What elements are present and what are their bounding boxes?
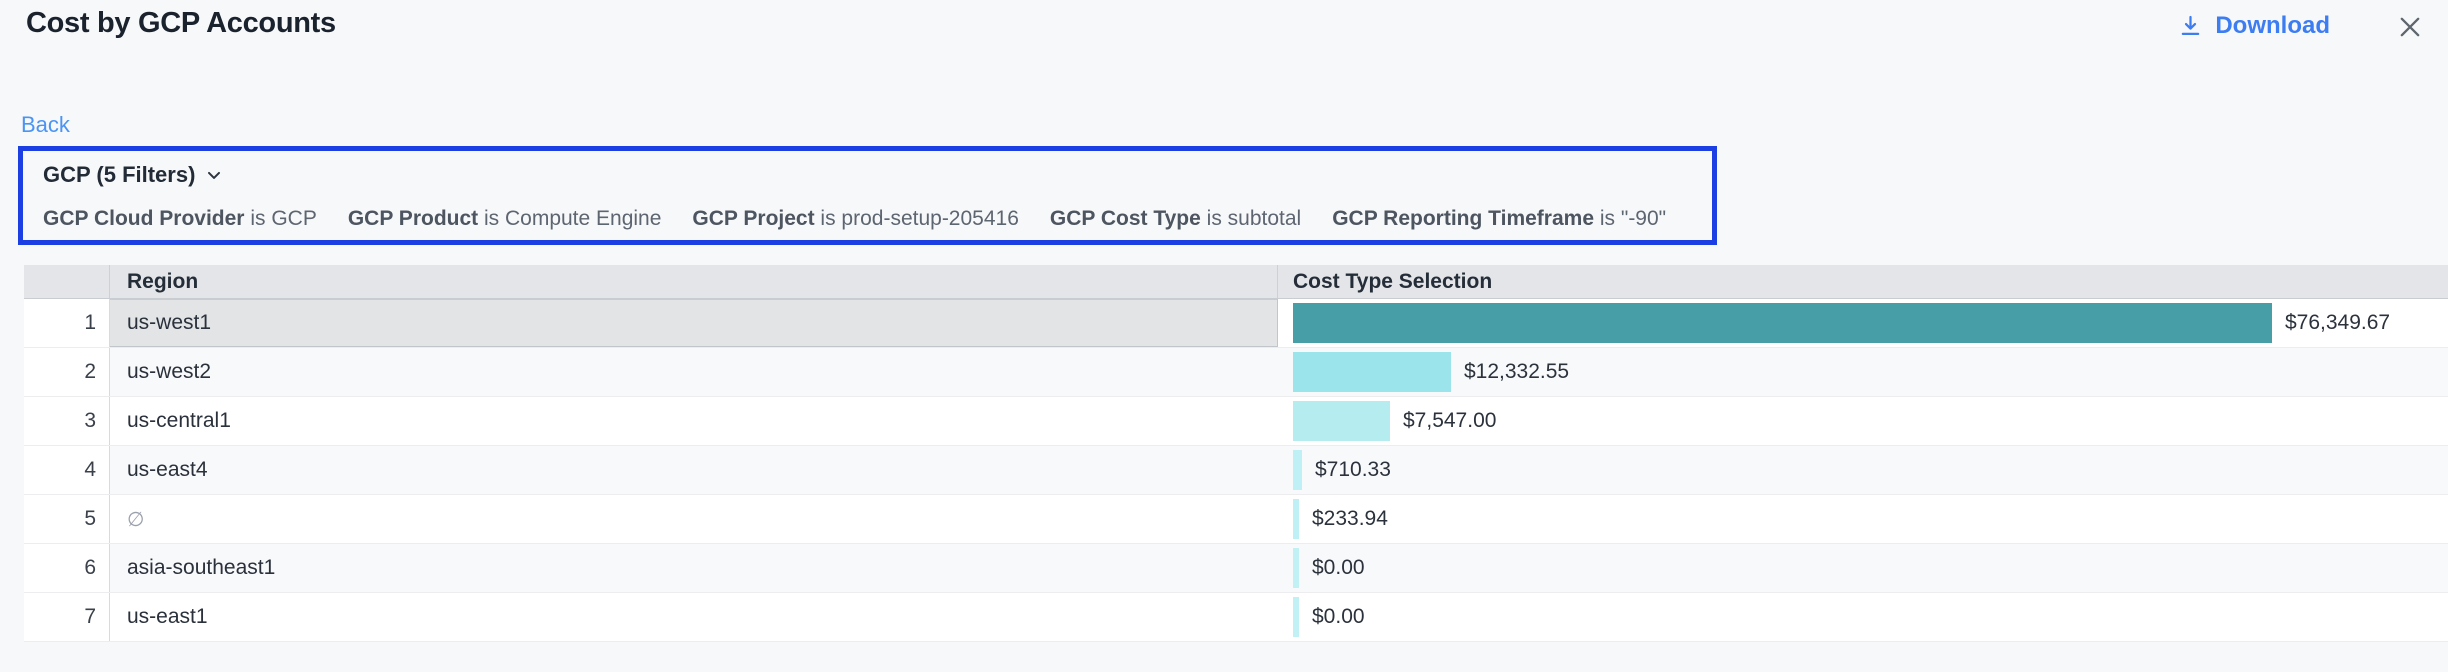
cost-value-label: $7,547.00 — [1403, 409, 1496, 433]
close-icon — [2396, 13, 2424, 41]
download-icon — [2177, 13, 2204, 40]
filter-item: GCP Project is prod-setup-205416 — [692, 207, 1018, 231]
cost-value-label: $76,349.67 — [2285, 311, 2390, 335]
filter-name: GCP Cost Type — [1050, 207, 1201, 230]
cost-bar — [1293, 499, 1299, 539]
filter-condition: is subtotal — [1207, 207, 1302, 230]
cost-bar — [1293, 450, 1302, 490]
cost-cell: $0.00 — [1278, 544, 2448, 592]
cost-bar — [1293, 548, 1299, 588]
region-cell[interactable]: asia-southeast1 — [110, 544, 1278, 592]
filter-condition: is "-90" — [1600, 207, 1666, 230]
cost-value-label: $710.33 — [1315, 458, 1391, 482]
filter-summary-dropdown[interactable]: GCP (5 Filters) — [43, 162, 224, 188]
region-cell[interactable]: us-west1 — [110, 299, 1278, 347]
cost-table: Region Cost Type Selection 1 us-west1 $7… — [24, 265, 2448, 642]
row-number: 3 — [24, 397, 110, 445]
table-body: 1 us-west1 $76,349.67 2 us-west2 $12,332… — [24, 299, 2448, 642]
cost-cell: $233.94 — [1278, 495, 2448, 543]
cost-cell: $0.00 — [1278, 593, 2448, 641]
table-row[interactable]: 7 us-east1 $0.00 — [24, 593, 2448, 642]
table-row[interactable]: 4 us-east4 $710.33 — [24, 446, 2448, 495]
cost-value-label: $233.94 — [1312, 507, 1388, 531]
cost-value-label: $12,332.55 — [1464, 360, 1569, 384]
cost-bar — [1293, 597, 1299, 637]
filter-name: GCP Product — [348, 207, 478, 230]
table-row[interactable]: 6 asia-southeast1 $0.00 — [24, 544, 2448, 593]
table-header-row: Region Cost Type Selection — [24, 265, 2448, 299]
row-number: 2 — [24, 348, 110, 396]
filter-condition: is Compute Engine — [484, 207, 661, 230]
row-number: 4 — [24, 446, 110, 494]
region-cell[interactable]: us-east4 — [110, 446, 1278, 494]
region-cell[interactable]: us-central1 — [110, 397, 1278, 445]
filter-panel: GCP (5 Filters) GCP Cloud Provider is GC… — [18, 146, 1717, 245]
table-row[interactable]: 3 us-central1 $7,547.00 — [24, 397, 2448, 446]
filter-name: GCP Reporting Timeframe — [1332, 207, 1594, 230]
filter-item: GCP Cloud Provider is GCP — [43, 207, 317, 231]
table-row[interactable]: 5 ∅ $233.94 — [24, 495, 2448, 544]
cost-bar — [1293, 401, 1390, 441]
chevron-down-icon — [204, 165, 224, 185]
cost-bar — [1293, 352, 1451, 392]
page-title: Cost by GCP Accounts — [26, 7, 336, 40]
cost-value-label: $0.00 — [1312, 605, 1365, 629]
filter-item-list: GCP Cloud Provider is GCP GCP Product is… — [43, 207, 1666, 231]
region-cell[interactable]: us-west2 — [110, 348, 1278, 396]
filter-summary-label: GCP (5 Filters) — [43, 162, 195, 188]
back-link[interactable]: Back — [21, 112, 70, 138]
cost-column-header: Cost Type Selection — [1278, 265, 2448, 298]
filter-name: GCP Cloud Provider — [43, 207, 244, 230]
filter-item: GCP Reporting Timeframe is "-90" — [1332, 207, 1666, 231]
close-button[interactable] — [2394, 11, 2426, 43]
cost-cell: $710.33 — [1278, 446, 2448, 494]
cost-value-label: $0.00 — [1312, 556, 1365, 580]
download-button[interactable]: Download — [2177, 12, 2330, 40]
cost-bar — [1293, 303, 2272, 343]
cost-cell: $76,349.67 — [1278, 299, 2448, 347]
cost-cell: $7,547.00 — [1278, 397, 2448, 445]
region-cell[interactable]: us-east1 — [110, 593, 1278, 641]
region-cell[interactable]: ∅ — [110, 495, 1278, 543]
cost-cell: $12,332.55 — [1278, 348, 2448, 396]
row-number: 5 — [24, 495, 110, 543]
filter-name: GCP Project — [692, 207, 814, 230]
filter-item: GCP Product is Compute Engine — [348, 207, 662, 231]
filter-condition: is prod-setup-205416 — [820, 207, 1018, 230]
table-row[interactable]: 2 us-west2 $12,332.55 — [24, 348, 2448, 397]
filter-condition: is GCP — [250, 207, 317, 230]
table-row[interactable]: 1 us-west1 $76,349.67 — [24, 299, 2448, 348]
download-label: Download — [2215, 12, 2330, 40]
row-number-column-header — [24, 265, 110, 298]
region-column-header: Region — [110, 265, 1278, 298]
filter-item: GCP Cost Type is subtotal — [1050, 207, 1301, 231]
row-number: 1 — [24, 299, 110, 347]
row-number: 7 — [24, 593, 110, 641]
row-number: 6 — [24, 544, 110, 592]
